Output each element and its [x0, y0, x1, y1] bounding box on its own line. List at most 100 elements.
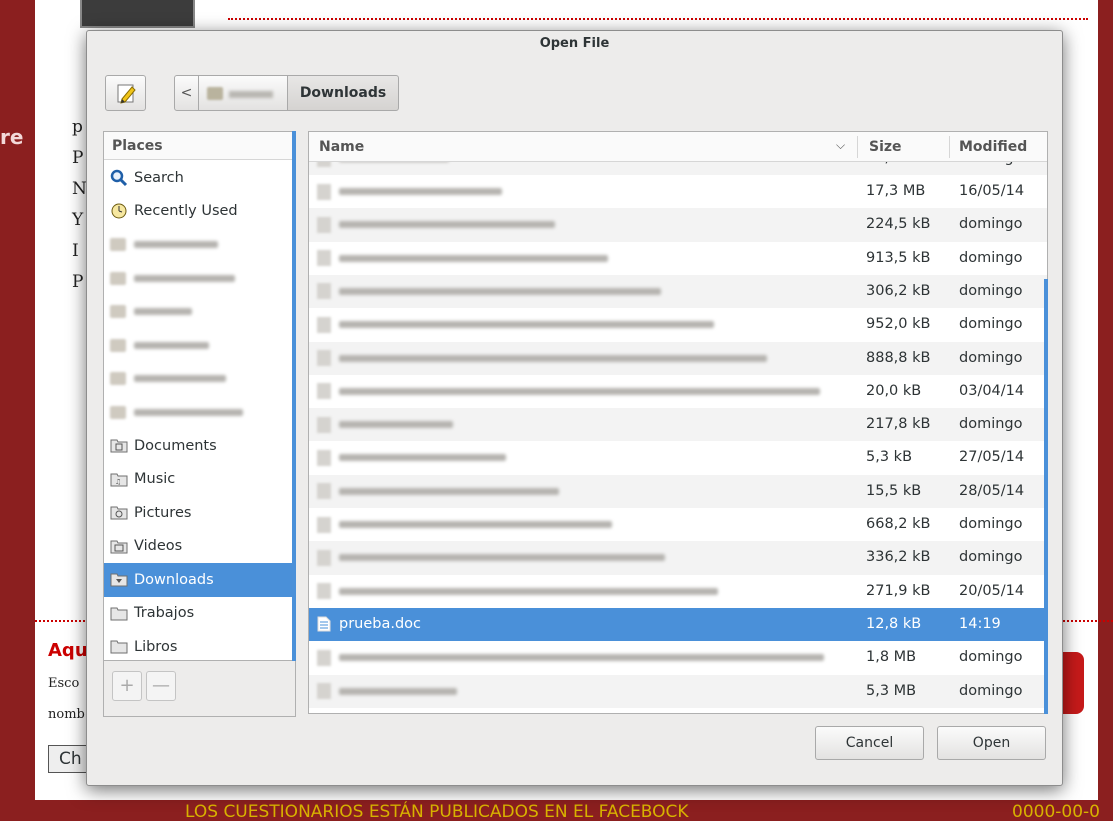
places-item[interactable]	[104, 362, 295, 396]
file-icon	[317, 449, 331, 466]
file-name: prueba.doc	[339, 616, 422, 633]
home-folder-icon	[110, 238, 126, 252]
sort-chevron-down-icon[interactable]: ⌵	[836, 138, 845, 153]
file-row[interactable]: 336,2 kB domingo	[309, 541, 1047, 575]
file-modified: domingo	[959, 282, 1023, 299]
file-name	[339, 487, 559, 495]
file-size: 17,3 MB	[866, 183, 926, 199]
places-scrollbar[interactable]	[292, 131, 296, 661]
file-row[interactable]: 217,8 kB domingo	[309, 408, 1047, 442]
file-name	[339, 687, 457, 695]
places-item-label: Trabajos	[134, 605, 195, 622]
file-row[interactable]: 1,8 MB domingo	[309, 641, 1047, 674]
cancel-button[interactable]: Cancel	[815, 726, 924, 760]
file-row[interactable]: 17,3 MB 16/05/14	[309, 175, 1047, 208]
file-row[interactable]: 306,2 kB domingo	[309, 274, 1047, 309]
breadcrumb-current-folder[interactable]: Downloads	[287, 75, 399, 111]
file-modified: domingo	[959, 216, 1023, 233]
places-item[interactable]	[104, 228, 295, 262]
file-row[interactable]: 224,5 kB domingo	[309, 208, 1047, 242]
file-row[interactable]: prueba.doc 12,8 kB 14:19	[309, 607, 1047, 642]
clock-icon	[110, 203, 128, 219]
file-name	[339, 654, 824, 662]
add-bookmark-button[interactable]: +	[112, 671, 142, 701]
music-folder-icon: ♫	[110, 471, 128, 487]
drive-icon	[110, 372, 126, 386]
column-name-header[interactable]: Name	[319, 139, 364, 155]
documents-folder-icon	[110, 438, 128, 454]
file-list-scrollbar[interactable]	[1044, 279, 1048, 714]
file-row[interactable]: 668,2 kB domingo	[309, 508, 1047, 541]
column-separator[interactable]	[949, 136, 950, 158]
document-file-icon	[317, 616, 331, 632]
search-icon	[110, 169, 128, 186]
file-icon	[317, 483, 331, 500]
column-separator[interactable]	[857, 136, 858, 158]
file-name	[339, 188, 502, 195]
open-file-dialog: Open File < Downloads Places Search Recen…	[86, 30, 1063, 786]
background-letter: p	[72, 117, 83, 137]
file-name	[339, 454, 506, 462]
file-icon	[317, 649, 331, 666]
file-icon	[317, 316, 331, 333]
background-footer-date: 0000-00-0	[1012, 802, 1100, 821]
places-item-label	[134, 308, 192, 316]
places-item-label	[134, 241, 218, 249]
file-icon	[317, 683, 331, 699]
places-item[interactable]: Trabajos	[104, 597, 295, 631]
places-item-label: Downloads	[134, 571, 214, 588]
drive-icon	[110, 338, 126, 352]
videos-folder-icon	[110, 538, 128, 554]
file-row[interactable]: 271,9 kB 20/05/14	[309, 575, 1047, 608]
places-item[interactable]: ♫ Music	[104, 463, 295, 497]
places-header: Places	[104, 132, 295, 160]
places-item[interactable]: Downloads	[104, 563, 295, 597]
places-item[interactable]: Videos	[104, 530, 295, 564]
breadcrumb-home-folder[interactable]	[198, 75, 288, 111]
background-top-button	[80, 0, 195, 28]
file-row[interactable]: 888,8 kB domingo	[309, 341, 1047, 375]
file-name	[339, 387, 820, 395]
folder-icon	[110, 639, 128, 655]
file-size: 888,8 kB	[866, 349, 931, 366]
background-red-button[interactable]	[1062, 652, 1084, 714]
file-row[interactable]: 5,3 MB domingo	[309, 674, 1047, 708]
breadcrumb-back-button[interactable]: <	[174, 75, 199, 111]
file-row[interactable]: 15,5 kB 28/05/14	[309, 474, 1047, 508]
places-item[interactable]	[104, 295, 295, 329]
places-item[interactable]	[104, 329, 295, 363]
places-item[interactable]	[104, 396, 295, 430]
type-location-button[interactable]	[105, 75, 146, 111]
background-text-line-2: nomb	[48, 707, 85, 722]
file-name	[339, 554, 665, 562]
places-item-label	[134, 375, 226, 383]
file-size: 1,8 MB	[866, 649, 917, 666]
places-item-label: Documents	[134, 437, 217, 454]
places-item[interactable]: Pictures	[104, 496, 295, 530]
file-name	[339, 287, 661, 295]
places-item[interactable]: Recently Used	[104, 195, 295, 229]
background-footer-notice: LOS CUESTIONARIOS ESTÁN PUBLICADOS EN EL…	[185, 802, 689, 821]
file-size: 20,0 kB	[866, 382, 922, 399]
file-icon	[317, 549, 331, 566]
file-name	[339, 421, 453, 429]
file-icon	[317, 216, 331, 233]
column-size-header[interactable]: Size	[869, 139, 902, 155]
file-row[interactable]: 952,0 kB domingo	[309, 308, 1047, 341]
file-row[interactable]: 20,0 kB 03/04/14	[309, 375, 1047, 408]
file-row[interactable]: 913,5 kB domingo	[309, 242, 1047, 275]
dialog-title: Open File	[539, 36, 610, 51]
remove-bookmark-button[interactable]: —	[146, 671, 176, 701]
open-button[interactable]: Open	[937, 726, 1046, 760]
background-choose-button[interactable]: Ch	[48, 745, 90, 773]
places-item[interactable]: Search	[104, 161, 295, 195]
places-buttons: + —	[103, 661, 296, 717]
file-icon	[317, 283, 331, 300]
places-item-label: Recently Used	[134, 203, 238, 220]
places-item[interactable]: Libros	[104, 630, 295, 660]
places-item[interactable]	[104, 262, 295, 296]
column-modified-header[interactable]: Modified	[959, 139, 1027, 155]
file-list: 29,9 kBdomingo17,3 MB16/05/14224,5 kBdom…	[308, 131, 1048, 714]
file-row[interactable]: 5,3 kB 27/05/14	[309, 441, 1047, 474]
places-item[interactable]: Documents	[104, 429, 295, 463]
